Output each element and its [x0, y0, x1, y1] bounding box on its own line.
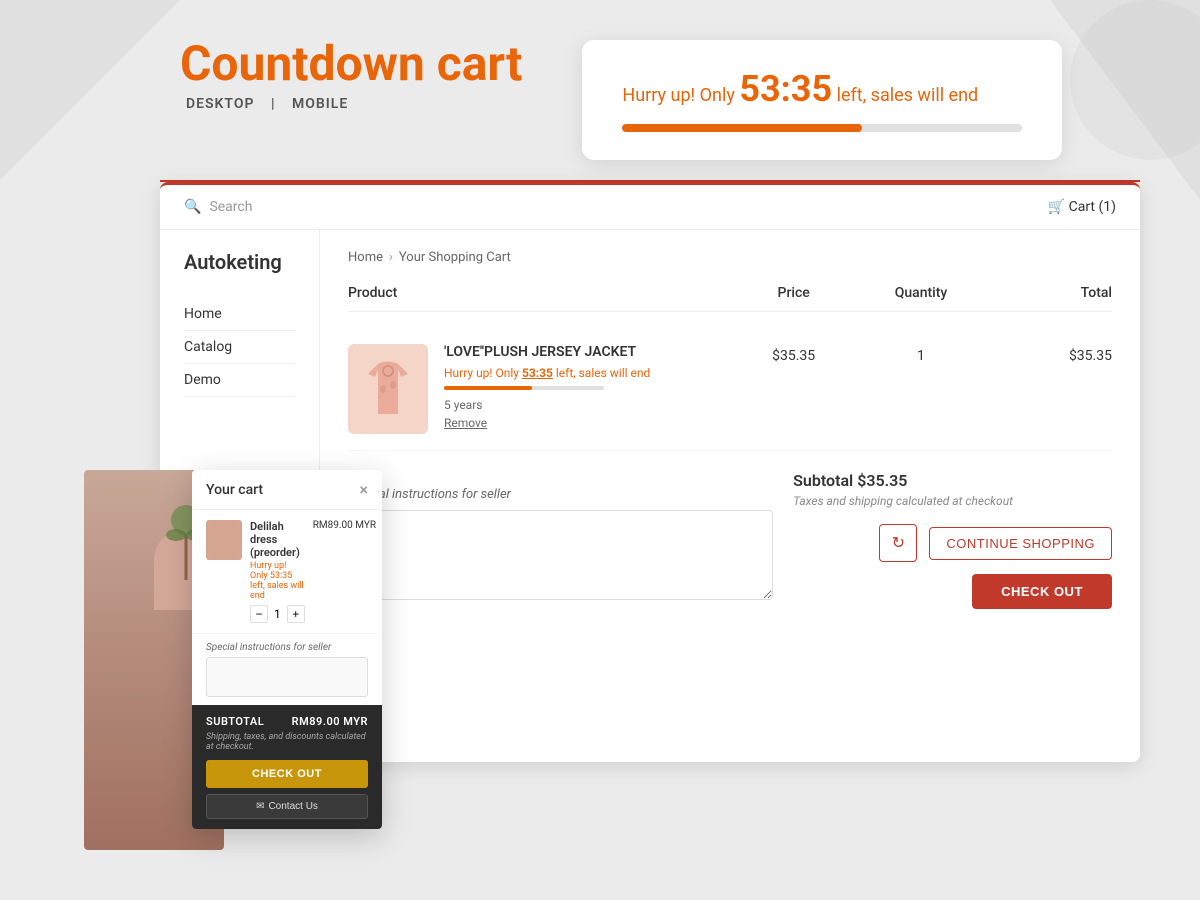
store-logo: Autoketing	[184, 250, 295, 274]
mobile-instructions-label: Special instructions for seller	[206, 642, 368, 653]
cart-item-price: $35.35	[730, 344, 857, 364]
special-instructions-input[interactable]	[348, 510, 773, 600]
column-header-total: Total	[985, 285, 1112, 301]
breadcrumb-separator: ›	[389, 250, 393, 265]
mobile-qty-increase[interactable]: +	[287, 605, 305, 623]
mobile-instructions-section: Special instructions for seller	[192, 634, 382, 705]
refresh-button[interactable]: ↻	[879, 524, 917, 562]
cart-table-header: Product Price Quantity Total	[348, 285, 1112, 312]
cart-label: Cart (1)	[1069, 199, 1116, 215]
cart-item-total: $35.35	[985, 344, 1112, 364]
product-countdown-bar-fill	[444, 386, 532, 390]
table-row: 'LOVE''PLUSH JERSEY JACKET Hurry up! Onl…	[348, 328, 1112, 451]
mobile-cart-close-button[interactable]: ×	[359, 480, 368, 499]
mobile-instructions-box[interactable]	[206, 657, 368, 697]
refresh-icon: ↻	[892, 533, 905, 553]
product-variant: 5 years	[444, 398, 650, 412]
product-remove-button[interactable]: Remove	[444, 416, 650, 430]
product-countdown-time: 53:35	[522, 366, 553, 380]
checkout-button[interactable]: CHECK OUT	[972, 574, 1112, 609]
product-name: 'LOVE''PLUSH JERSEY JACKET	[444, 344, 650, 360]
mobile-item-info: Delilah dress (preorder) Hurry up! Only …	[250, 520, 305, 623]
mobile-contact-icon: ✉	[256, 801, 264, 812]
bottom-section: Special instructions for seller Subtotal…	[348, 471, 1112, 609]
product-countdown-bar	[444, 386, 604, 390]
column-header-product: Product	[348, 285, 730, 301]
mobile-qty-value: 1	[274, 607, 281, 621]
countdown-bar-fill	[622, 124, 862, 132]
mobile-item-price: RM89.00 MYR	[313, 520, 376, 531]
column-header-quantity: Quantity	[857, 285, 984, 301]
mobile-subtotal-amount: RM89.00 MYR	[292, 715, 368, 728]
cart-button[interactable]: 🛒 Cart (1)	[1048, 199, 1116, 215]
breadcrumb: Home › Your Shopping Cart	[348, 250, 1112, 265]
brand-block: Countdown cart DESKTOP | MOBILE	[180, 40, 522, 112]
brand-subtitle: DESKTOP | MOBILE	[180, 96, 522, 112]
mobile-cart-footer: SUBTOTAL RM89.00 MYR Shipping, taxes, an…	[192, 705, 382, 829]
countdown-timer: 53:35	[739, 68, 832, 110]
breadcrumb-home[interactable]: Home	[348, 250, 383, 265]
sidebar-item-demo[interactable]: Demo	[184, 364, 295, 397]
mobile-item-thumbnail	[206, 520, 242, 560]
sidebar-item-catalog[interactable]: Catalog	[184, 331, 295, 364]
mobile-item-name: Delilah dress (preorder)	[250, 520, 305, 559]
mobile-checkout-button[interactable]: CHECK OUT	[206, 760, 368, 788]
mobile-cart-popup: Your cart × Delilah dress (preorder) Hur…	[192, 470, 382, 829]
mobile-contact-button[interactable]: ✉ Contact Us	[206, 794, 368, 819]
brand-title: Countdown cart	[180, 40, 522, 88]
product-countdown: Hurry up! Only 53:35 left, sales will en…	[444, 366, 650, 380]
tax-note: Taxes and shipping calculated at checkou…	[793, 494, 1112, 508]
search-icon: 🔍	[184, 199, 201, 215]
special-instructions-label: Special instructions for seller	[348, 487, 773, 502]
countdown-banner: Hurry up! Only 53:35 left, sales will en…	[582, 40, 1062, 160]
mobile-cart-title: Your cart	[206, 482, 263, 498]
column-header-price: Price	[730, 285, 857, 301]
mobile-subtotal-row: SUBTOTAL RM89.00 MYR	[206, 715, 368, 728]
product-thumbnail	[348, 344, 428, 434]
store-content: Home › Your Shopping Cart Product Price …	[320, 230, 1140, 629]
countdown-text: Hurry up! Only 53:35 left, sales will en…	[622, 68, 1022, 110]
action-buttons: ↻ CONTINUE SHOPPING	[793, 524, 1112, 562]
cart-item-quantity: 1	[857, 344, 984, 364]
mobile-cart: Your cart × Delilah dress (preorder) Hur…	[192, 470, 382, 829]
special-instructions-section: Special instructions for seller	[348, 487, 773, 609]
cart-item-product: 'LOVE''PLUSH JERSEY JACKET Hurry up! Onl…	[348, 344, 730, 434]
breadcrumb-current: Your Shopping Cart	[399, 250, 511, 265]
subtotal-text: Subtotal $35.35	[793, 471, 1112, 490]
mobile-item-countdown: Hurry up! Only 53:35 left, sales will en…	[250, 561, 305, 601]
mobile-tax-note: Shipping, taxes, and discounts calculate…	[206, 732, 368, 752]
sidebar-item-home[interactable]: Home	[184, 298, 295, 331]
mobile-contact-label: Contact Us	[268, 801, 317, 812]
mobile-qty-control: − 1 +	[250, 605, 305, 623]
cart-icon: 🛒	[1048, 199, 1065, 215]
countdown-bar-background	[622, 124, 1022, 132]
continue-shopping-button[interactable]: CONTINUE SHOPPING	[929, 527, 1112, 560]
store-header: 🔍 Search 🛒 Cart (1)	[160, 185, 1140, 230]
mobile-subtotal-label: SUBTOTAL	[206, 715, 264, 728]
mobile-qty-decrease[interactable]: −	[250, 605, 268, 623]
mobile-cart-item: Delilah dress (preorder) Hurry up! Only …	[192, 510, 382, 634]
subtotal-section: Subtotal $35.35 Taxes and shipping calcu…	[793, 471, 1112, 609]
search-placeholder: Search	[209, 199, 252, 215]
mobile-cart-header: Your cart ×	[192, 470, 382, 510]
search-bar[interactable]: 🔍 Search	[184, 199, 252, 215]
product-info: 'LOVE''PLUSH JERSEY JACKET Hurry up! Onl…	[444, 344, 650, 430]
